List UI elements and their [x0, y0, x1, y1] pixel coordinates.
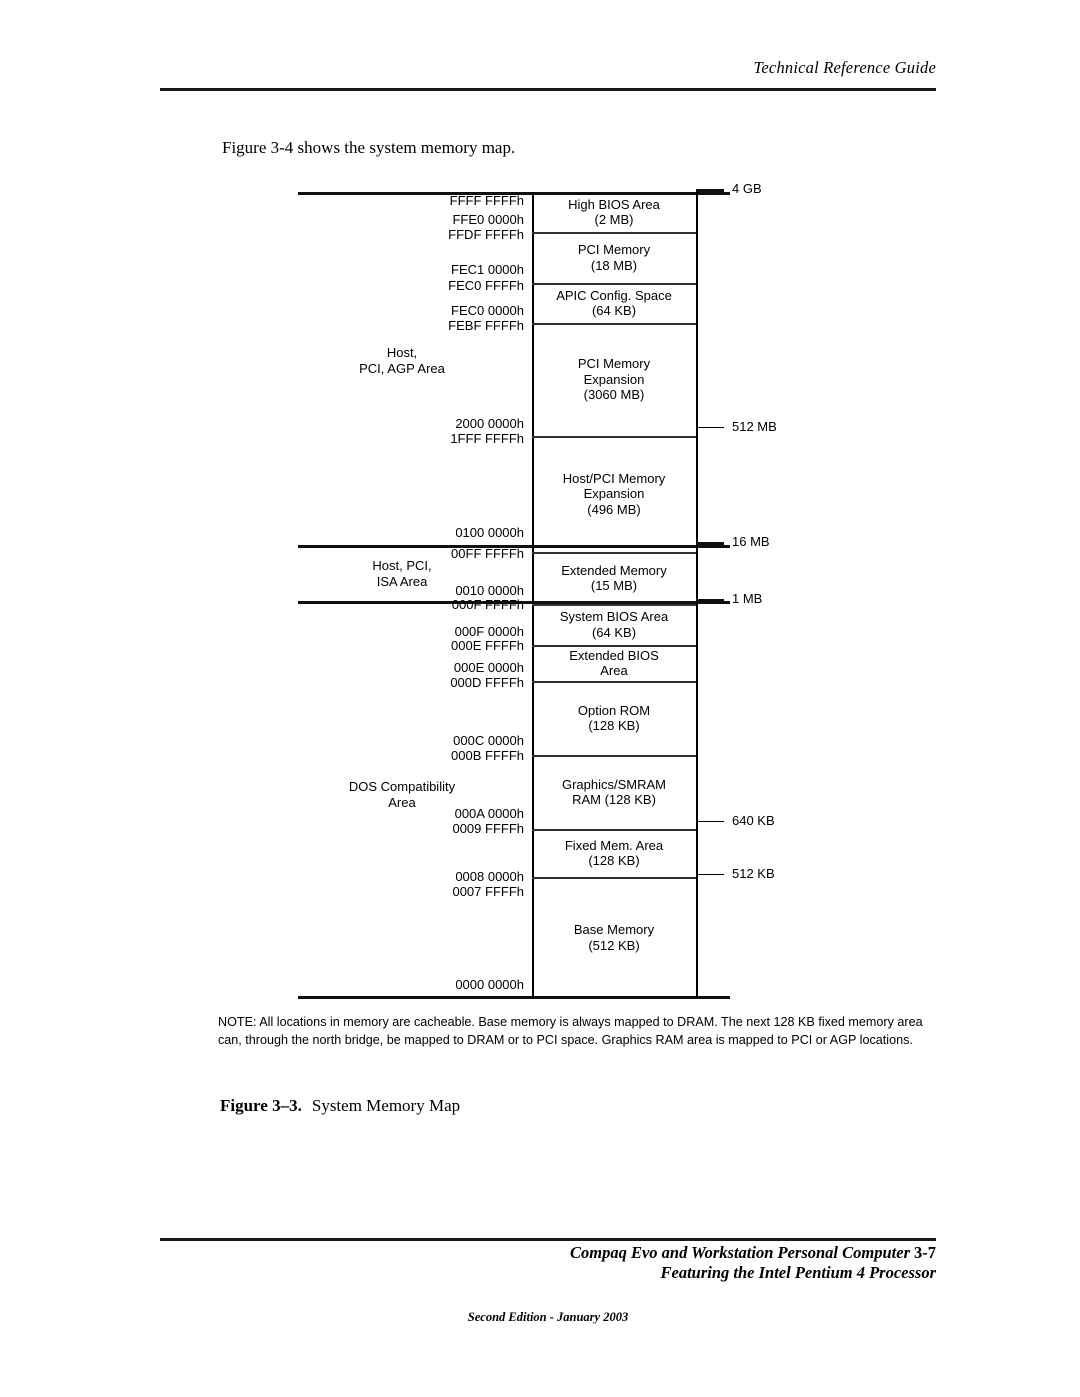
memory-block-label: Graphics/SMRAM RAM (128 KB): [561, 776, 667, 808]
block-separator-11: [532, 877, 696, 879]
system-memory-map-diagram: High BIOS Area (2 MB) PCI Memory (18 MB) A…: [0, 0, 1080, 1397]
memory-block-label: Host/PCI Memory Expansion (496 MB): [562, 470, 666, 517]
block-separator-5: [532, 552, 696, 554]
intro-sentence: Figure 3-4 shows the system memory map.: [222, 138, 516, 157]
capacity-label: 16 MB: [732, 534, 770, 549]
memory-address-label: 000B FFFFh: [451, 748, 524, 763]
memory-address-label: 0007 FFFFh: [452, 884, 524, 899]
memory-address-label: FEBF FFFFh: [448, 318, 524, 333]
footer-edition: Second Edition - January 2003: [467, 1310, 629, 1324]
footer-divider: [160, 1238, 936, 1241]
memory-block-label: Fixed Mem. Area (128 KB): [564, 837, 664, 869]
memory-address-label: 000C 0000h: [453, 733, 524, 748]
capacity-tick: [696, 599, 724, 602]
memory-region-group-label: Host, PCI, AGP Area: [359, 345, 445, 376]
figure-caption-number: Figure 3–3.: [220, 1096, 302, 1115]
capacity-tick: [696, 427, 724, 428]
memory-address-label: FFFF FFFFh: [449, 193, 524, 208]
memory-address-label: 000F FFFFh: [451, 597, 524, 612]
block-separator-10: [532, 829, 696, 831]
footer-product-line: Compaq Evo and Workstation Personal Comp…: [160, 1243, 936, 1263]
memory-block-label: High BIOS Area (2 MB): [568, 196, 660, 228]
memory-address-label: FEC0 FFFFh: [448, 278, 524, 293]
block-separator-1: [532, 232, 696, 234]
memory-block-label: Option ROM (128 KB): [577, 702, 651, 734]
memory-block-label: Extended Memory (15 MB): [561, 562, 667, 594]
memory-address-label: 0009 FFFFh: [452, 821, 524, 836]
capacity-label: 1 MB: [732, 591, 763, 606]
block-separator-9: [532, 755, 696, 757]
block-column-right-border: [696, 192, 698, 998]
note-paragraph: NOTE: All locations in memory are cachea…: [218, 1015, 923, 1047]
footer-product-name: Compaq Evo and Workstation Personal Comp…: [570, 1243, 910, 1262]
memory-address-label: 0100 0000h: [455, 525, 524, 540]
memory-address-label: FEC1 0000h: [451, 262, 524, 277]
memory-address-label: 2000 0000h: [455, 416, 524, 431]
memory-block-label: System BIOS Area (64 KB): [559, 609, 669, 640]
figure-caption-title: System Memory Map: [311, 1096, 461, 1115]
memory-address-label: FFE0 0000h: [452, 212, 524, 227]
page-number: 3-7: [914, 1243, 936, 1262]
block-separator-3: [532, 323, 696, 325]
block-separator-6: [532, 604, 696, 606]
capacity-tick: [696, 874, 724, 875]
block-separator-8: [532, 681, 696, 683]
section-divider-3: [298, 996, 730, 999]
memory-block-label: PCI Memory (18 MB): [577, 242, 651, 273]
memory-address-label: 1FFF FFFFh: [450, 431, 524, 446]
capacity-label: 512 KB: [732, 866, 775, 881]
capacity-label: 640 KB: [732, 813, 775, 828]
block-separator-4: [532, 436, 696, 438]
memory-region-group-label: Host, PCI, ISA Area: [372, 558, 432, 589]
footer-subtitle: Featuring the Intel Pentium 4 Processor: [660, 1263, 937, 1282]
capacity-tick: [696, 821, 724, 822]
memory-address-label: FFDF FFFFh: [448, 227, 524, 242]
memory-region-group-label: DOS Compatibility Area: [348, 779, 456, 810]
capacity-label: 512 MB: [732, 419, 777, 434]
memory-block-label: APIC Config. Space (64 KB): [556, 287, 672, 319]
capacity-tick: [696, 542, 724, 545]
memory-address-label: 0008 0000h: [455, 869, 524, 884]
block-separator-2: [532, 283, 696, 285]
memory-block-label: PCI Memory Expansion (3060 MB): [577, 356, 651, 403]
capacity-tick: [696, 189, 724, 192]
memory-address-label: 000E 0000h: [453, 660, 524, 675]
memory-address-label: 000D FFFFh: [450, 675, 524, 690]
page-header-title: Technical Reference Guide: [753, 58, 936, 77]
figure-caption: Figure 3–3. System Memory Map: [220, 1096, 460, 1116]
memory-block-label: Base Memory (512 KB): [573, 922, 655, 953]
memory-address-label: 000E FFFFh: [451, 638, 524, 653]
memory-address-label: FEC0 0000h: [451, 303, 524, 318]
header-divider: [160, 88, 936, 91]
capacity-label: 4 GB: [732, 181, 762, 196]
memory-address-label: 0000 0000h: [455, 977, 524, 992]
page-header: Technical Reference Guide: [160, 58, 936, 78]
memory-block-label: Extended BIOS Area: [569, 647, 659, 679]
